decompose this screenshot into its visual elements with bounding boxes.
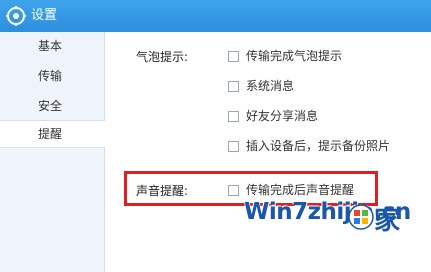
checkbox[interactable] <box>228 80 239 92</box>
sidebar: 基本 传输 安全 提醒 <box>0 32 105 272</box>
sidebar-item-security[interactable]: 安全 <box>0 92 104 120</box>
bubble-option-transfer-complete[interactable]: 传输完成气泡提示 <box>228 48 342 64</box>
option-label: 传输完成气泡提示 <box>246 49 343 63</box>
window-title: 设置 <box>31 8 58 23</box>
sidebar-item-label: 提醒 <box>38 127 63 141</box>
title-bar: 设置 <box>0 0 431 32</box>
bubble-option-system-message[interactable]: 系统消息 <box>228 78 294 94</box>
checkbox[interactable] <box>228 110 239 122</box>
bubble-section-label: 气泡提示: <box>136 50 189 64</box>
sidebar-item-basic[interactable]: 基本 <box>0 32 104 60</box>
watermark: Win7zhijia.cn 家 <box>224 190 431 240</box>
option-label: 插入设备后，提示备份照片 <box>246 139 391 153</box>
sidebar-item-label: 基本 <box>38 39 63 53</box>
watermark-suffix: 家 <box>374 206 401 236</box>
sidebar-item-label: 安全 <box>38 99 63 113</box>
bubble-option-friend-share[interactable]: 好友分享消息 <box>228 108 318 124</box>
checkbox[interactable] <box>228 50 239 62</box>
sidebar-item-reminder[interactable]: 提醒 <box>0 120 105 148</box>
bubble-option-backup-photos[interactable]: 插入设备后，提示备份照片 <box>228 138 390 154</box>
option-label: 系统消息 <box>246 79 295 93</box>
option-label: 好友分享消息 <box>246 109 319 123</box>
sidebar-item-label: 传输 <box>38 69 63 83</box>
sidebar-item-transfer[interactable]: 传输 <box>0 62 104 90</box>
gear-icon <box>6 6 26 26</box>
checkbox[interactable] <box>228 140 239 152</box>
windows-logo-icon <box>348 204 374 230</box>
